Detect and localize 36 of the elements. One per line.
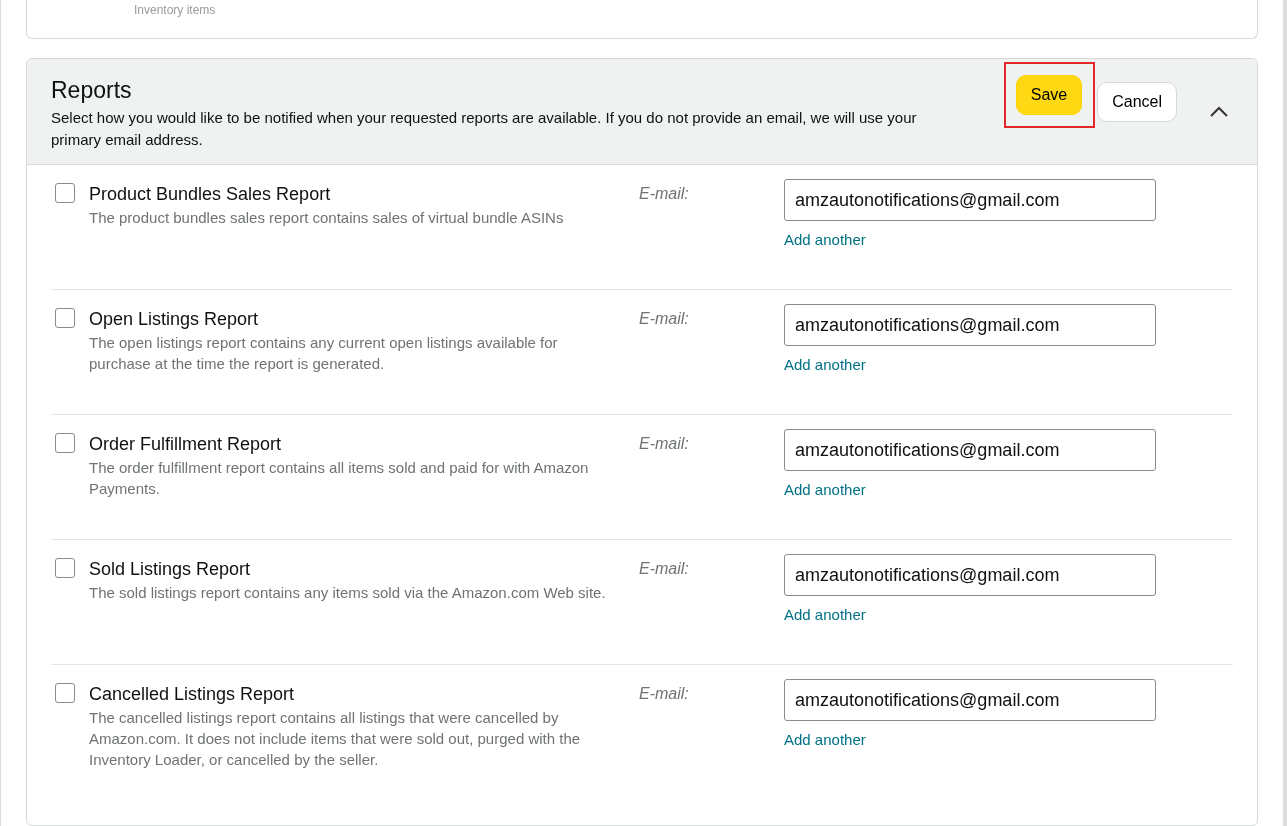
section-title: Reports bbox=[51, 76, 133, 105]
add-another-link[interactable]: Add another bbox=[784, 481, 866, 498]
email-label: E-mail: bbox=[639, 559, 690, 579]
email-label: E-mail: bbox=[639, 184, 690, 204]
checkbox[interactable] bbox=[55, 433, 75, 453]
checkbox[interactable] bbox=[55, 183, 75, 203]
report-name: Open Listings Report bbox=[89, 308, 260, 331]
report-description: The sold listings report contains any items sold via the Amazon.com Web site. bbox=[89, 583, 607, 603]
email-field[interactable]: amzautonotifications@gmail.com bbox=[784, 179, 1156, 221]
email-field[interactable]: amzautonotifications@gmail.com bbox=[784, 429, 1156, 471]
report-description: The product bundles sales report contains sales of virtual bundle ASINs bbox=[89, 208, 565, 228]
section-description: Select how you would like to be notified when your requested reports are available. If you do not provide an email, we will use your primary email address. bbox=[51, 108, 918, 150]
report-name: Product Bundles Sales Report bbox=[89, 183, 332, 206]
report-description: The cancelled listings report contains all listings that were cancelled by Amazon.com. It does not include items that were sold out, purged with the Inventory Loader, or cancelled by the seller. bbox=[89, 708, 582, 770]
collapse-icon[interactable] bbox=[1209, 106, 1229, 118]
checkbox[interactable] bbox=[55, 558, 75, 578]
add-another-link[interactable]: Add another bbox=[784, 731, 866, 748]
report-description: The open listings report contains any current open listings available for purchase at the time the report is generated. bbox=[89, 333, 559, 374]
report-name: Sold Listings Report bbox=[89, 558, 252, 581]
email-label: E-mail: bbox=[639, 684, 690, 704]
cancel-button[interactable]: Cancel bbox=[1097, 81, 1177, 122]
report-name: Cancelled Listings Report bbox=[89, 683, 296, 706]
email-label: E-mail: bbox=[639, 309, 690, 329]
save-button[interactable]: Save bbox=[1015, 75, 1083, 115]
report-description: The order fulfillment report contains all items sold and paid for with Amazon Payments. bbox=[89, 458, 590, 499]
section-description: Inventory items bbox=[134, 3, 216, 17]
checkbox[interactable] bbox=[55, 683, 75, 703]
email-field[interactable]: amzautonotifications@gmail.com bbox=[784, 679, 1156, 721]
add-another-link[interactable]: Add another bbox=[784, 356, 866, 373]
email-field[interactable]: amzautonotifications@gmail.com bbox=[784, 554, 1156, 596]
add-another-link[interactable]: Add another bbox=[784, 231, 866, 248]
add-another-link[interactable]: Add another bbox=[784, 606, 866, 623]
email-label: E-mail: bbox=[639, 434, 690, 454]
checkbox[interactable] bbox=[55, 308, 75, 328]
report-name: Order Fulfillment Report bbox=[89, 433, 283, 456]
email-field[interactable]: amzautonotifications@gmail.com bbox=[784, 304, 1156, 346]
